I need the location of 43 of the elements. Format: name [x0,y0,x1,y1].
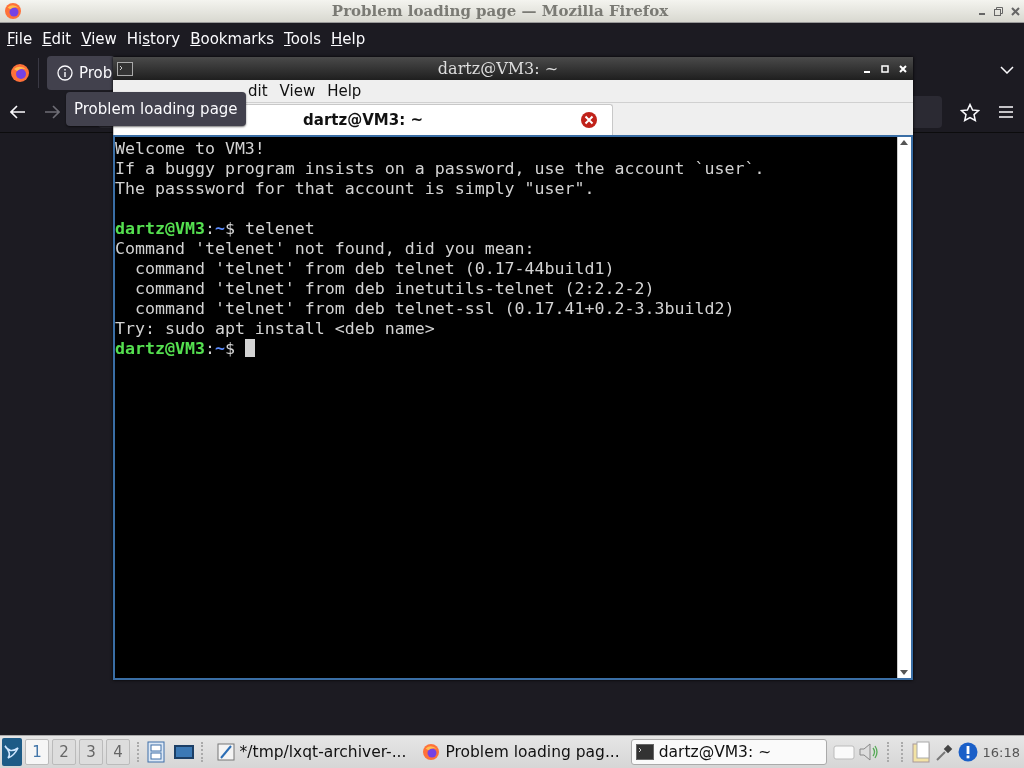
clipboard-icon[interactable] [911,741,932,763]
window-title: Problem loading page — Mozilla Firefox [330,2,670,20]
notepad-icon [216,743,235,761]
plug-icon[interactable] [934,742,955,762]
desktop-icon[interactable] [174,745,195,759]
terminal-icon [117,61,133,76]
file-cabinet-icon[interactable] [147,741,166,763]
tooltip: Problem loading page [66,92,246,126]
menu-item[interactable]: Help [325,29,371,48]
menu-item[interactable]: File [2,29,38,48]
info-icon [57,65,73,81]
menu-icon[interactable] [998,105,1014,119]
restore-icon[interactable] [994,6,1003,16]
taskbar-button[interactable]: Problem loading pag... [417,739,625,765]
back-arrow-icon[interactable] [10,105,26,119]
desktop-switch-button[interactable]: 3 [79,739,103,765]
info-icon[interactable] [957,742,978,762]
desktop-switch-button[interactable]: 2 [52,739,76,765]
menu-item[interactable]: View [76,29,122,48]
start-menu-button[interactable] [2,738,22,766]
menu-item[interactable]: History [121,29,186,48]
taskbar-button[interactable]: */tmp/lxqt-archiver-... [211,739,412,765]
maximize-icon[interactable] [881,64,889,73]
chevron-down-icon[interactable] [1000,66,1014,74]
scrollbar[interactable] [897,137,911,678]
firefox-logo-icon [422,743,441,761]
menu-item[interactable]: Bookmarks [185,29,279,48]
terminal-output: Welcome to VM3! If a buggy program insists on a password, use the account `user`. The passsword for that account is simply "user". dartz@VM3:~$ telenet Command 'telenet' not found, did you mean: command 'telnet' from deb telnet (0.17-44build1) command 'telnet' from deb inetutils-telnet (2:2.2-2) command 'telnet' from deb telnet-ssl (0.17.41+0.2-3.3build2) Try: sudo apt install <deb name> dartz@VM3:~$ [115,138,766,360]
window-title: dartz@VM3: ~ [436,59,560,78]
taskbar-button[interactable]: dartz@VM3: ~ [630,739,827,765]
clock[interactable]: 16:18 [980,744,1022,760]
desktop-switch-button[interactable]: 1 [25,739,49,765]
menu-item[interactable]: Tools [279,29,326,48]
terminal-icon [635,744,654,760]
menu-item[interactable]: Edit [37,29,77,48]
forward-arrow-icon[interactable] [44,105,60,119]
firefox-logo-icon [4,2,22,20]
firefox-view-icon [10,63,30,83]
menu-item[interactable]: Help [321,82,368,100]
desktop-switch-button[interactable]: 4 [106,739,130,765]
menu-item[interactable]: View [273,82,322,100]
star-icon[interactable] [960,102,980,122]
close-icon[interactable] [580,111,598,129]
